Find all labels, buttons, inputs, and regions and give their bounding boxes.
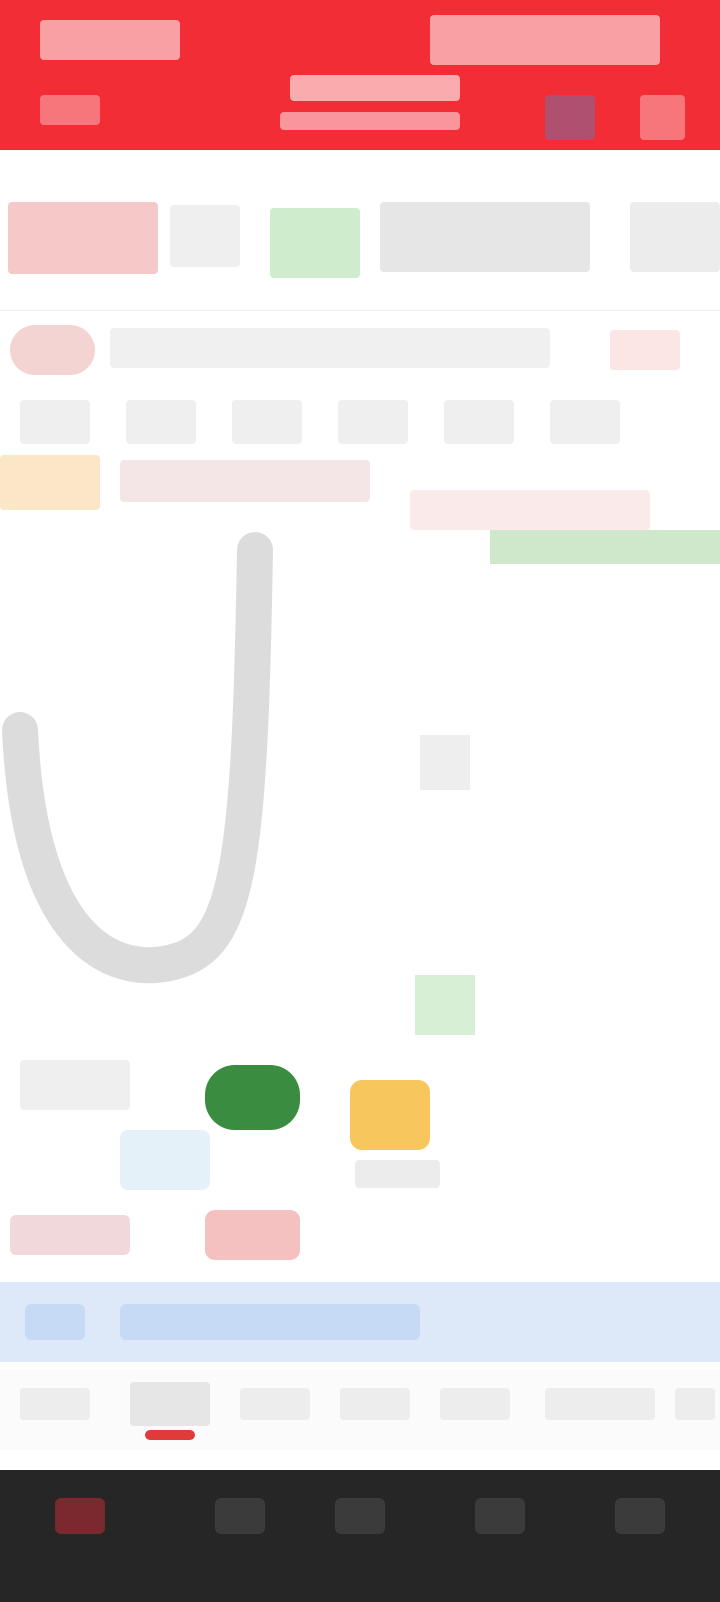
quote-stats	[380, 202, 590, 272]
home-icon	[55, 1498, 105, 1534]
trade-icon	[335, 1498, 385, 1534]
table-row[interactable]	[490, 574, 720, 620]
tab[interactable]	[440, 1388, 510, 1420]
yellow-icon[interactable]	[350, 1080, 430, 1150]
tab-bar	[0, 1370, 720, 1450]
tab-more[interactable]	[675, 1388, 715, 1420]
info-line	[110, 328, 550, 368]
announcement-icon	[25, 1304, 85, 1340]
more-icon[interactable]	[640, 95, 685, 140]
header-title	[290, 75, 460, 101]
quote-stats-more	[630, 202, 720, 272]
tab[interactable]	[240, 1388, 310, 1420]
gauge-arc	[2, 532, 273, 984]
announcement-bar[interactable]	[0, 1282, 720, 1362]
tag-line	[120, 460, 370, 502]
header-left-title[interactable]	[40, 20, 180, 60]
nav-item-news[interactable]	[440, 1498, 560, 1542]
back-button[interactable]	[40, 95, 100, 125]
widget-label	[355, 1160, 440, 1188]
table-row[interactable]	[490, 850, 720, 896]
indicator[interactable]	[126, 400, 196, 444]
tab-indicator	[145, 1430, 195, 1440]
red-card[interactable]	[205, 1210, 300, 1260]
table-row[interactable]	[490, 712, 720, 758]
tag-yellow	[0, 455, 100, 510]
nav-item-markets[interactable]	[180, 1498, 300, 1542]
blue-card[interactable]	[120, 1130, 210, 1190]
order-book	[490, 530, 720, 1290]
table-row[interactable]	[490, 1080, 720, 1126]
indicator-row	[20, 400, 710, 444]
green-icon[interactable]	[205, 1065, 300, 1130]
profile-icon	[615, 1498, 665, 1534]
announcement-text	[120, 1304, 420, 1340]
indicator[interactable]	[444, 400, 514, 444]
table-row[interactable]	[490, 804, 720, 850]
tab[interactable]	[20, 1388, 90, 1420]
widget-a[interactable]	[20, 1060, 130, 1110]
chart-label	[420, 735, 470, 790]
top-header	[0, 0, 720, 150]
indicator[interactable]	[550, 400, 620, 444]
table-row[interactable]	[490, 1172, 720, 1218]
divider	[0, 310, 720, 311]
info-action[interactable]	[610, 330, 680, 370]
tab[interactable]	[545, 1388, 655, 1420]
quote-strip	[0, 150, 720, 310]
header-subtitle	[280, 112, 460, 130]
table-row[interactable]	[490, 1034, 720, 1080]
price-change	[170, 205, 240, 267]
change-percent	[270, 208, 360, 278]
indicator[interactable]	[338, 400, 408, 444]
markets-icon	[215, 1498, 265, 1534]
nav-item-home[interactable]	[20, 1498, 140, 1542]
table-row[interactable]	[490, 758, 720, 804]
table-row[interactable]	[490, 988, 720, 1034]
table-row[interactable]	[490, 896, 720, 942]
indicator[interactable]	[20, 400, 90, 444]
table-row[interactable]	[490, 1126, 720, 1172]
indicator[interactable]	[232, 400, 302, 444]
ob-header-bar	[490, 530, 720, 564]
status-badge	[10, 325, 95, 375]
tab[interactable]	[340, 1388, 410, 1420]
table-row[interactable]	[490, 942, 720, 988]
chart-area	[0, 520, 480, 1040]
table-row[interactable]	[490, 620, 720, 666]
bottom-navigation	[0, 1470, 720, 1602]
chart-svg	[2, 532, 475, 1035]
pink-card[interactable]	[10, 1215, 130, 1255]
table-row[interactable]	[490, 666, 720, 712]
nav-item-trade[interactable]	[300, 1498, 420, 1542]
chart-marker	[415, 975, 475, 1035]
current-price	[8, 202, 158, 274]
news-icon	[475, 1498, 525, 1534]
header-right-title[interactable]	[430, 15, 660, 65]
tab-active[interactable]	[130, 1382, 210, 1426]
search-icon[interactable]	[545, 95, 595, 140]
nav-item-profile[interactable]	[580, 1498, 700, 1542]
